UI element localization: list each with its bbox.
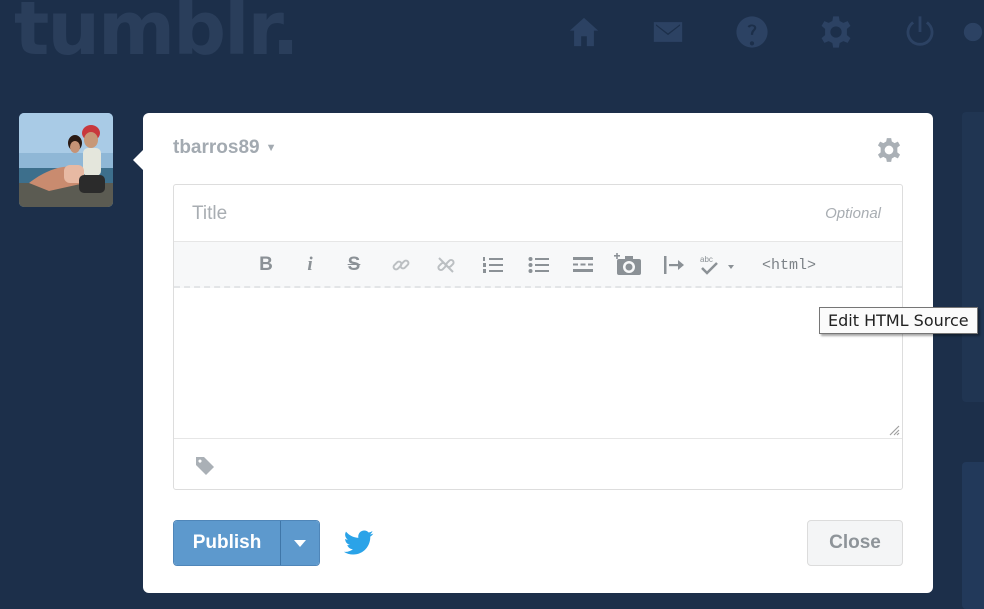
side-panel-edge bbox=[962, 112, 984, 402]
post-editor-panel: tbarros89 ▼ Optional B i S bbox=[143, 113, 933, 593]
edit-html-label: <html> bbox=[761, 256, 816, 274]
power-icon[interactable] bbox=[878, 12, 962, 52]
bold-label: B bbox=[259, 254, 273, 275]
side-panel-edge-lower bbox=[962, 462, 984, 609]
blog-name: tbarros89 bbox=[173, 137, 260, 158]
help-icon[interactable] bbox=[710, 12, 794, 52]
chevron-down-icon: ▼ bbox=[265, 142, 277, 154]
more-icon[interactable] bbox=[962, 12, 984, 52]
optional-label: Optional bbox=[825, 205, 881, 222]
insert-pagebreak-icon[interactable] bbox=[662, 242, 686, 288]
tag-icon bbox=[196, 457, 214, 475]
numbered-list-icon[interactable] bbox=[480, 242, 506, 288]
spellcheck-icon[interactable]: abc bbox=[699, 242, 739, 288]
bold-button[interactable]: B bbox=[254, 242, 278, 288]
resize-grip-icon[interactable] bbox=[886, 422, 900, 436]
post-body-textarea[interactable] bbox=[174, 288, 902, 438]
mail-icon[interactable] bbox=[626, 12, 710, 52]
blog-selector[interactable]: tbarros89 ▼ bbox=[173, 137, 277, 159]
title-input[interactable] bbox=[192, 185, 792, 242]
link-icon[interactable] bbox=[389, 242, 413, 288]
bullet-list-icon[interactable] bbox=[526, 242, 552, 288]
publish-options-button[interactable] bbox=[281, 521, 319, 565]
post-editor: Optional B i S bbox=[173, 184, 903, 490]
italic-label: i bbox=[307, 254, 313, 275]
insert-photo-icon[interactable] bbox=[614, 242, 642, 288]
svg-text:abc: abc bbox=[700, 255, 713, 264]
panel-pointer bbox=[133, 150, 143, 170]
strikethrough-button[interactable]: S bbox=[342, 242, 366, 288]
home-icon[interactable] bbox=[542, 12, 626, 52]
avatar[interactable] bbox=[19, 113, 113, 207]
settings-gear-icon[interactable] bbox=[876, 137, 902, 163]
formatting-toolbar: B i S abc <html> bbox=[174, 242, 902, 288]
top-navigation bbox=[542, 12, 984, 52]
publish-button[interactable]: Publish bbox=[174, 521, 281, 565]
tooltip: Edit HTML Source bbox=[819, 307, 978, 334]
twitter-icon[interactable] bbox=[344, 530, 374, 556]
title-row: Optional bbox=[174, 185, 902, 242]
italic-button[interactable]: i bbox=[298, 242, 322, 288]
edit-html-button[interactable]: <html> bbox=[754, 242, 824, 288]
publish-button-group: Publish bbox=[173, 520, 320, 566]
unlink-icon[interactable] bbox=[434, 242, 458, 288]
read-more-break-icon[interactable] bbox=[570, 242, 596, 288]
gear-icon[interactable] bbox=[794, 12, 878, 52]
tumblr-logo[interactable]: tumblr. bbox=[14, 0, 300, 72]
tags-input[interactable] bbox=[174, 438, 902, 489]
chevron-down-icon bbox=[294, 540, 306, 547]
strikethrough-label: S bbox=[347, 254, 361, 275]
close-button[interactable]: Close bbox=[807, 520, 903, 566]
